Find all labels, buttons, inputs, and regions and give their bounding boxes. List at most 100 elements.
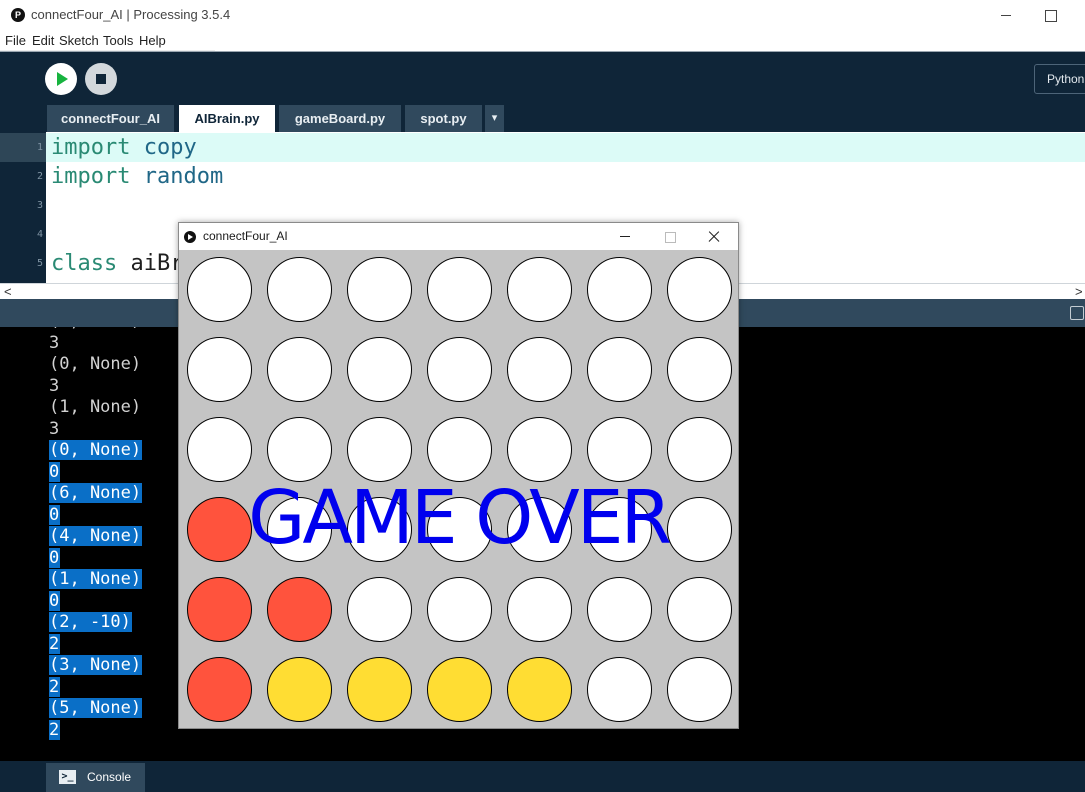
tab-spot[interactable]: spot.py — [405, 105, 482, 132]
board-spot-empty[interactable] — [587, 657, 652, 722]
console-line: 0 — [49, 504, 142, 527]
run-button[interactable] — [45, 63, 77, 95]
board-spot-empty[interactable] — [267, 417, 332, 482]
code-token: random — [143, 164, 224, 189]
board-spot-empty[interactable] — [427, 577, 492, 642]
code-text: import copy — [51, 133, 197, 162]
board-spot-empty[interactable] — [667, 577, 732, 642]
menu-tools[interactable]: Tools — [103, 33, 133, 48]
board-spot-empty[interactable] — [187, 257, 252, 322]
sketch-window: connectFour_AI GAME OVER — [178, 222, 739, 729]
console-line: 0 — [49, 547, 142, 570]
board-spot-yellow[interactable] — [347, 657, 412, 722]
board-spot-yellow[interactable] — [267, 657, 332, 722]
board-spot-yellow[interactable] — [427, 657, 492, 722]
board-spot-empty[interactable] — [427, 257, 492, 322]
menu-edit[interactable]: Edit — [32, 33, 54, 48]
board-spot-empty[interactable] — [587, 577, 652, 642]
menu-sketch[interactable]: Sketch — [59, 33, 99, 48]
console-line: (1, None) — [49, 569, 143, 591]
board-spot-empty[interactable] — [667, 417, 732, 482]
code-line[interactable]: 3 — [0, 191, 1085, 220]
menu-bar: File Edit Sketch Tools Help — [0, 30, 215, 51]
console-line: (0, None) — [49, 354, 142, 376]
board-spot-empty[interactable] — [667, 657, 732, 722]
window-title: connectFour_AI | Processing 3.5.4 — [31, 7, 231, 22]
tab-connectfour-ai[interactable]: connectFour_AI — [47, 105, 174, 132]
board-spot-empty[interactable] — [347, 577, 412, 642]
bottom-bar: >_ Console — [0, 761, 1085, 792]
console-line-text: (0, None) — [49, 440, 143, 460]
console-line: (?, None) — [49, 327, 142, 333]
tab-gameboard[interactable]: gameBoard.py — [279, 105, 401, 132]
console-line-text: (1, None) — [49, 569, 143, 589]
line-number: 1 — [0, 133, 46, 162]
maximize-button[interactable] — [1041, 6, 1059, 24]
sketch-title-bar: connectFour_AI — [179, 223, 738, 250]
scroll-right-arrow-icon[interactable]: > — [1075, 284, 1083, 299]
board-spot-yellow[interactable] — [507, 657, 572, 722]
console-line-text: (6, None) — [49, 483, 143, 503]
processing-ide-window: P connectFour_AI | Processing 3.5.4 File… — [0, 0, 1085, 792]
board-spot-empty[interactable] — [507, 337, 572, 402]
board-spot-empty[interactable] — [187, 337, 252, 402]
console-line-text: (4, None) — [49, 526, 143, 546]
board-spot-empty[interactable] — [347, 257, 412, 322]
board-spot-empty[interactable] — [347, 337, 412, 402]
tab-aibrain[interactable]: AIBrain.py — [179, 105, 275, 132]
board-spot-empty[interactable] — [267, 257, 332, 322]
code-line[interactable]: 1 import copy — [0, 133, 1085, 162]
console-line: 3 — [49, 333, 142, 355]
code-line[interactable]: 2 import random — [0, 162, 1085, 191]
code-text: import random — [51, 162, 223, 191]
board-spot-empty[interactable] — [507, 577, 572, 642]
board-spot-red[interactable] — [187, 577, 252, 642]
scroll-left-arrow-icon[interactable]: < — [4, 284, 12, 299]
console-line: (1, None) — [49, 397, 142, 419]
board-spot-empty[interactable] — [187, 417, 252, 482]
board-spot-empty[interactable] — [587, 257, 652, 322]
board-spot-empty[interactable] — [587, 417, 652, 482]
title-bar: P connectFour_AI | Processing 3.5.4 — [0, 0, 1085, 30]
code-token: import — [51, 164, 131, 189]
menu-file[interactable]: File — [5, 33, 26, 48]
board-spot-empty[interactable] — [347, 417, 412, 482]
stop-button[interactable] — [85, 63, 117, 95]
sketch-maximize-button[interactable] — [661, 228, 679, 246]
console-line-text: 0 — [49, 590, 61, 611]
board-spot-empty[interactable] — [267, 337, 332, 402]
board-spot-empty[interactable] — [667, 257, 732, 322]
console-line-text: (?, None) — [49, 327, 142, 331]
console-line: 3 — [49, 419, 142, 441]
code-token: class — [51, 251, 118, 276]
console-line-text: 0 — [49, 461, 61, 482]
console-line-text: (5, None) — [49, 698, 143, 718]
menu-help[interactable]: Help — [139, 33, 166, 48]
console-clear-icon[interactable] — [1070, 306, 1084, 320]
tab-menu-button[interactable]: ▾ — [485, 105, 504, 132]
board-spot-red[interactable] — [267, 577, 332, 642]
console-line-text: (0, None) — [49, 354, 142, 374]
console-line: 2 — [49, 719, 142, 742]
sketch-close-button[interactable] — [705, 228, 723, 246]
board-spot-empty[interactable] — [427, 417, 492, 482]
console-line: 0 — [49, 590, 142, 613]
board-spot-empty[interactable] — [507, 417, 572, 482]
board-spot-empty[interactable] — [667, 337, 732, 402]
console-line: (6, None) — [49, 483, 143, 505]
console-line: 3 — [49, 376, 142, 398]
mode-selector[interactable]: Python — [1034, 64, 1085, 94]
board-spot-empty[interactable] — [427, 337, 492, 402]
board-spot-red[interactable] — [187, 657, 252, 722]
console-line-text: (1, None) — [49, 397, 142, 417]
game-board[interactable]: GAME OVER — [179, 250, 738, 728]
minimize-button[interactable] — [995, 4, 1017, 26]
sketch-minimize-button[interactable] — [617, 228, 635, 246]
code-token: import — [51, 135, 131, 160]
board-spot-empty[interactable] — [507, 257, 572, 322]
board-spot-empty[interactable] — [587, 337, 652, 402]
console-line: (2, -10) — [49, 612, 142, 634]
console-tab[interactable]: >_ Console — [46, 763, 145, 792]
